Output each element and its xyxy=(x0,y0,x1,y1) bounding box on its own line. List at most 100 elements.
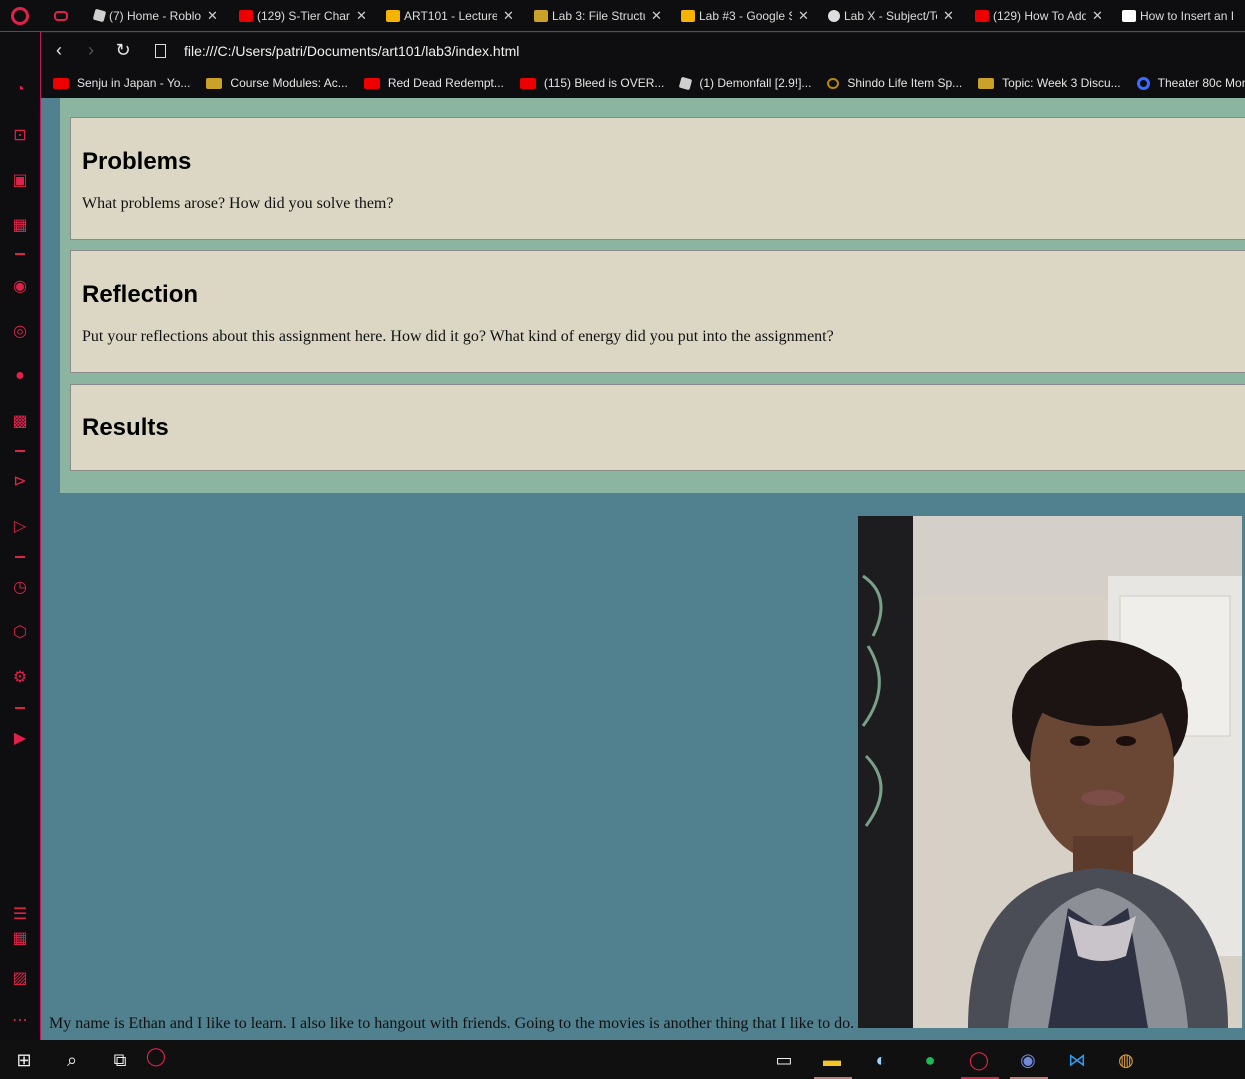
gamepad-icon xyxy=(54,10,68,21)
tab-title: Lab #3 - Google S xyxy=(699,8,792,23)
chrome-icon[interactable]: ◍ xyxy=(1113,1047,1139,1073)
slides-icon xyxy=(386,9,400,22)
divider xyxy=(15,707,25,709)
bookmark-item[interactable]: (115) Bleed is OVER... xyxy=(519,76,665,90)
discord-icon[interactable]: ▩ xyxy=(10,411,30,431)
url-field[interactable]: file:///C:/Users/patri/Documents/art101/… xyxy=(155,43,519,59)
tab-5[interactable]: Lab #3 - Google S ✕ xyxy=(675,0,822,32)
settings-gear-icon[interactable]: ⚙ xyxy=(10,667,30,687)
close-icon[interactable]: ✕ xyxy=(798,8,809,24)
address-bar: ‹ › ↻ file:///C:/Users/patri/Documents/a… xyxy=(41,33,1245,68)
bookmark-label: Shindo Life Item Sp... xyxy=(847,76,963,90)
divider xyxy=(15,450,25,452)
search-q-icon xyxy=(1136,76,1150,90)
back-button[interactable]: ‹ xyxy=(43,35,75,67)
tab-title: (129) How To Add xyxy=(993,8,1086,23)
bookmark-item[interactable]: Senju in Japan - Yo... xyxy=(53,76,190,90)
file-explorer-icon[interactable]: ▬ xyxy=(819,1047,845,1073)
tab-7[interactable]: (129) How To Add ✕ xyxy=(969,0,1116,32)
bio-text: My name is Ethan and I like to learn. I … xyxy=(49,1015,855,1032)
search-icon[interactable]: ⌕ xyxy=(59,1047,85,1073)
windows-start-icon[interactable]: ⊞ xyxy=(11,1047,37,1073)
bookmark-item[interactable]: Red Dead Redempt... xyxy=(363,76,504,90)
tab-title: (7) Home - Roblox xyxy=(109,8,201,23)
section-reflection: Reflection Put your reflections about th… xyxy=(70,250,1245,373)
close-icon[interactable]: ✕ xyxy=(943,8,954,24)
divider xyxy=(15,253,25,255)
profile-photo xyxy=(858,516,1242,1028)
tab-title: How to Insert an I xyxy=(1140,8,1235,23)
opera-taskbar-icon[interactable]: ◯ xyxy=(143,1043,169,1069)
vscode-icon[interactable]: ⋈ xyxy=(1064,1047,1090,1073)
bookmark-label: Red Dead Redempt... xyxy=(387,76,504,90)
tab-2[interactable]: (129) S-Tier Chars ✕ xyxy=(233,0,380,32)
roblox-icon xyxy=(679,76,693,90)
computer-icon[interactable]: ▭ xyxy=(771,1047,797,1073)
shop-bag-icon[interactable]: ⊡ xyxy=(10,125,30,145)
file-icon xyxy=(155,43,166,58)
opera-menu-button[interactable] xyxy=(0,0,40,32)
bookmark-label: Course Modules: Ac... xyxy=(230,76,348,90)
close-icon[interactable]: ✕ xyxy=(207,8,218,24)
reload-button[interactable]: ↻ xyxy=(107,35,139,67)
opera-app-icon[interactable]: ◯ xyxy=(966,1047,992,1073)
bookmark-item[interactable]: Topic: Week 3 Discu... xyxy=(978,76,1121,90)
close-icon[interactable]: ✕ xyxy=(1092,8,1103,24)
chip-icon[interactable]: ▦ xyxy=(10,928,30,948)
portrait-image xyxy=(858,516,1242,1028)
bookmark-item[interactable]: (1) Demonfall [2.9!]... xyxy=(679,76,812,90)
twitch-icon[interactable]: ▣ xyxy=(10,170,30,190)
page-viewport[interactable]: Problems What problems arose? How did yo… xyxy=(41,98,1245,1040)
tab-bar: (7) Home - Roblox ✕ (129) S-Tier Chars ✕… xyxy=(0,0,1245,32)
chip-icon[interactable]: ▦ xyxy=(10,215,30,235)
sections-container: Problems What problems arose? How did yo… xyxy=(60,98,1245,493)
bookmark-label: (115) Bleed is OVER... xyxy=(543,76,665,90)
messenger-icon[interactable]: ◉ xyxy=(10,276,30,296)
section-heading: Problems xyxy=(82,148,192,175)
spotify-icon[interactable]: ● xyxy=(917,1047,943,1073)
close-icon[interactable]: ✕ xyxy=(356,8,367,24)
player-icon[interactable]: ⊳ xyxy=(10,471,30,491)
close-icon[interactable]: ✕ xyxy=(503,8,514,24)
tab-8[interactable]: How to Insert an I xyxy=(1116,0,1245,32)
discord-app-icon[interactable]: ◉ xyxy=(1015,1047,1041,1073)
tab-title: ART101 - Lecture xyxy=(404,8,497,23)
tab-1[interactable]: (7) Home - Roblox ✕ xyxy=(88,0,233,32)
task-view-icon[interactable]: ⧉ xyxy=(107,1047,133,1073)
close-icon[interactable]: ✕ xyxy=(651,8,662,24)
ucsc-icon xyxy=(206,77,223,89)
instagram-icon[interactable]: ◎ xyxy=(10,321,30,341)
steam-icon[interactable]: ◐ xyxy=(868,1047,894,1073)
section-heading: Results xyxy=(82,414,169,441)
opera-logo-icon xyxy=(11,6,29,25)
forward-button[interactable]: › xyxy=(75,35,107,67)
section-body: Put your reflections about this assignme… xyxy=(82,328,834,345)
tab-6[interactable]: Lab X - Subject/To ✕ xyxy=(822,0,969,32)
more-icon[interactable]: ⋯ xyxy=(10,1010,30,1030)
send-icon[interactable]: ▷ xyxy=(10,516,30,536)
extensions-cube-icon[interactable]: ⬡ xyxy=(10,622,30,642)
opera-sidebar: ◔ ⊡ ▣ ▦ ◉ ◎ ● ▩ ⊳ ▷ ◷ ⬡ ⚙ ▶ ☰ ▦ ▨ ⋯ xyxy=(0,32,41,1040)
circle-icon xyxy=(827,77,840,89)
twitter-icon[interactable]: ● xyxy=(10,366,30,386)
history-clock-icon[interactable]: ◷ xyxy=(10,577,30,597)
bookmarks-bar: Senju in Japan - Yo... Course Modules: A… xyxy=(41,68,1245,98)
server-icon[interactable]: ☰ xyxy=(10,904,30,924)
tab-0[interactable] xyxy=(40,0,88,32)
bookmark-item[interactable]: Shindo Life Item Sp... xyxy=(827,76,962,90)
ucsc-icon xyxy=(978,77,995,89)
speed-dial-icon[interactable]: ◔ xyxy=(10,80,30,100)
video-icon[interactable]: ▶ xyxy=(10,728,30,748)
divider xyxy=(15,556,25,558)
tab-4[interactable]: Lab 3: File Structu ✕ xyxy=(528,0,675,32)
youtube-icon xyxy=(519,77,536,89)
bookmark-label: (1) Demonfall [2.9!]... xyxy=(699,76,812,90)
bookmark-item[interactable]: Theater 80c Monste... xyxy=(1136,76,1245,90)
url-text: file:///C:/Users/patri/Documents/art101/… xyxy=(184,42,520,59)
youtube-icon xyxy=(239,9,253,22)
bookmark-item[interactable]: Course Modules: Ac... xyxy=(206,76,348,90)
bookmark-label: Theater 80c Monste... xyxy=(1157,76,1245,90)
snapshot-icon[interactable]: ▨ xyxy=(10,968,30,988)
ucsc-icon xyxy=(534,9,548,22)
tab-3[interactable]: ART101 - Lecture ✕ xyxy=(380,0,528,32)
